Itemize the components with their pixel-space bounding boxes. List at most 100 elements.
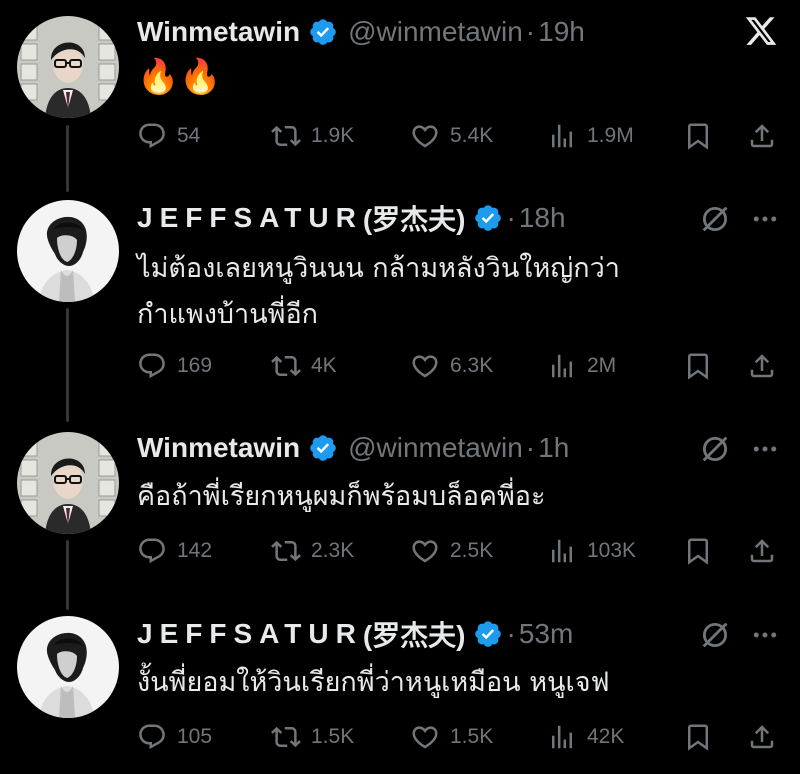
more-options-icon[interactable] xyxy=(748,432,782,466)
separator-dot: · xyxy=(525,16,536,47)
reply-button[interactable]: 54 xyxy=(137,116,200,156)
display-name[interactable]: Winmetawin xyxy=(137,16,300,48)
like-count: 1.5K xyxy=(450,725,494,748)
tweet-text: คือถ้าพี่เรียกหนูผมก็พร้อมบล็อคพี่อะ xyxy=(137,481,546,512)
conversation-thread: Winmetawin @winmetawin · 19h 🔥🔥 54 1.9K … xyxy=(0,0,800,774)
avatar[interactable] xyxy=(17,200,119,302)
verified-badge-icon xyxy=(473,619,503,649)
reply-count: 142 xyxy=(177,539,213,562)
bookmark-button[interactable] xyxy=(683,717,713,757)
views-button[interactable]: 103K xyxy=(547,531,636,571)
more-options-icon[interactable] xyxy=(748,202,782,236)
views-button[interactable]: 2M xyxy=(547,346,616,386)
views-count: 2M xyxy=(587,354,617,377)
share-button[interactable] xyxy=(747,116,777,156)
bookmark-icon xyxy=(688,123,708,150)
repost-icon xyxy=(271,125,301,147)
separator-dot: · xyxy=(506,202,516,233)
like-button[interactable]: 5.4K xyxy=(410,116,493,156)
repost-count: 4K xyxy=(311,354,337,377)
reply-icon xyxy=(139,538,165,564)
display-name-suffix[interactable]: (罗杰夫) xyxy=(363,198,466,238)
timestamp[interactable]: 1h xyxy=(538,432,569,464)
share-button[interactable] xyxy=(747,531,777,571)
tweet-text: งั้นพี่ยอมให้วินเรียกพี่ว่าหนูเหมือน หนู… xyxy=(137,667,610,698)
tweet-header: Winmetawin @winmetawin · 19h xyxy=(137,12,585,52)
repost-icon xyxy=(271,540,301,562)
heart-icon xyxy=(412,125,438,148)
grok-icon[interactable] xyxy=(698,202,732,236)
timestamp[interactable]: 53m xyxy=(519,618,573,650)
tweet-actions: 105 1.5K 1.5K 42K xyxy=(137,717,782,757)
tweet-text: ไม่ต้องเลยหนูวินนน กล้ามหลังวินใหญ่กว่า … xyxy=(137,253,620,330)
like-count: 6.3K xyxy=(450,354,494,377)
verified-badge-icon xyxy=(473,203,503,233)
tweet-header: Winmetawin @winmetawin · 1h xyxy=(137,428,569,468)
bookmark-button[interactable] xyxy=(683,346,713,386)
separator-dot: · xyxy=(525,432,536,463)
views-button[interactable]: 42K xyxy=(547,717,624,757)
share-icon xyxy=(750,354,774,378)
repost-button[interactable]: 1.5K xyxy=(271,717,354,757)
tweet-text: 🔥🔥 xyxy=(137,57,222,97)
grok-icon[interactable] xyxy=(698,432,732,466)
views-icon xyxy=(552,124,572,148)
reply-icon xyxy=(139,353,165,379)
reply-button[interactable]: 105 xyxy=(137,717,212,757)
user-handle[interactable]: @winmetawin xyxy=(348,16,523,48)
views-button[interactable]: 1.9M xyxy=(547,116,634,156)
tweet-header: JEFFSATUR (罗杰夫) · 18h xyxy=(137,198,566,238)
reply-count: 105 xyxy=(177,725,213,748)
x-logo-icon[interactable] xyxy=(744,14,778,48)
share-button[interactable] xyxy=(747,346,777,386)
reply-icon xyxy=(139,724,165,750)
views-count: 103K xyxy=(587,539,637,562)
tweet-header: JEFFSATUR (罗杰夫) · 53m xyxy=(137,614,573,654)
more-options-icon[interactable] xyxy=(748,618,782,652)
views-icon xyxy=(552,354,572,378)
reply-icon xyxy=(139,123,165,149)
display-name[interactable]: JEFFSATUR xyxy=(137,202,363,234)
bookmark-button[interactable] xyxy=(683,531,713,571)
heart-icon xyxy=(412,540,438,563)
grok-icon[interactable] xyxy=(698,618,732,652)
like-button[interactable]: 2.5K xyxy=(410,531,493,571)
repost-button[interactable]: 1.9K xyxy=(271,116,354,156)
share-button[interactable] xyxy=(747,717,777,757)
reply-count: 54 xyxy=(177,124,201,147)
views-icon xyxy=(552,539,572,563)
reply-button[interactable]: 169 xyxy=(137,346,212,386)
avatar[interactable] xyxy=(17,16,119,118)
heart-icon xyxy=(412,726,438,749)
avatar[interactable] xyxy=(17,616,119,718)
avatar[interactable] xyxy=(17,432,119,534)
like-button[interactable]: 1.5K xyxy=(410,717,493,757)
like-button[interactable]: 6.3K xyxy=(410,346,493,386)
timestamp[interactable]: 19h xyxy=(538,16,585,48)
repost-button[interactable]: 4K xyxy=(271,346,337,386)
views-count: 42K xyxy=(587,725,625,748)
like-count: 2.5K xyxy=(450,539,494,562)
separator-dot: · xyxy=(506,618,516,649)
share-icon xyxy=(750,124,774,148)
share-icon xyxy=(750,539,774,563)
bookmark-button[interactable] xyxy=(683,116,713,156)
thread-connector xyxy=(66,540,69,610)
reply-button[interactable]: 142 xyxy=(137,531,212,571)
repost-icon xyxy=(271,726,301,748)
repost-count: 2.3K xyxy=(311,539,355,562)
display-name[interactable]: Winmetawin xyxy=(137,432,300,464)
bookmark-icon xyxy=(688,538,708,565)
repost-button[interactable]: 2.3K xyxy=(271,531,354,571)
tweet-actions: 142 2.3K 2.5K 103K xyxy=(137,531,782,571)
user-handle[interactable]: @winmetawin xyxy=(348,432,523,464)
share-icon xyxy=(750,725,774,749)
views-icon xyxy=(552,725,572,749)
timestamp[interactable]: 18h xyxy=(519,202,566,234)
tweet-actions: 54 1.9K 5.4K 1.9M xyxy=(137,116,782,156)
views-count: 1.9M xyxy=(587,124,634,147)
display-name[interactable]: JEFFSATUR xyxy=(137,618,363,650)
thread-connector xyxy=(66,308,69,422)
thread-connector xyxy=(66,125,69,192)
display-name-suffix[interactable]: (罗杰夫) xyxy=(363,614,466,654)
